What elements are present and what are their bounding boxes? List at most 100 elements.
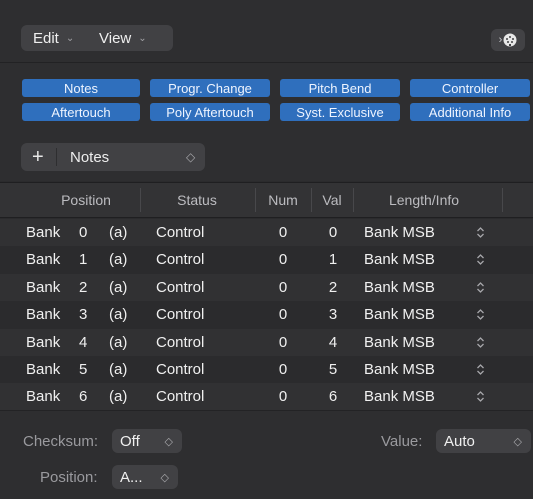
- column-header-position[interactable]: Position: [20, 182, 152, 218]
- channel-cell: (a): [109, 278, 128, 296]
- bank-cell: Bank: [26, 333, 61, 351]
- status-cell: Control: [156, 333, 205, 351]
- num-cell: 0: [278, 388, 288, 406]
- filter-controller-button[interactable]: Controller: [410, 79, 530, 97]
- bank-index-cell: 3: [79, 306, 88, 324]
- bank-index-cell: 6: [79, 388, 88, 406]
- val-cell: 5: [328, 361, 338, 378]
- updown-chevron-icon: ◇: [160, 471, 169, 484]
- updown-chevron-icon[interactable]: [476, 246, 485, 273]
- view-menu[interactable]: View ⌄: [97, 25, 157, 51]
- info-cell: Bank MSB: [364, 224, 435, 241]
- edit-menu[interactable]: Edit ⌄: [21, 25, 97, 51]
- updown-chevron-icon[interactable]: [476, 219, 485, 246]
- num-cell: 0: [278, 306, 288, 324]
- filter-additional-info-button[interactable]: Additional Info: [410, 103, 530, 121]
- view-menu-label: View: [99, 29, 132, 47]
- column-header-status[interactable]: Status: [141, 182, 253, 218]
- num-cell: 0: [278, 224, 288, 241]
- value-value: Auto: [444, 432, 475, 450]
- info-cell: Bank MSB: [364, 278, 435, 296]
- updown-chevron-icon[interactable]: [476, 329, 485, 356]
- num-cell: 0: [278, 361, 288, 378]
- bank-cell: Bank: [26, 251, 61, 269]
- channel-cell: (a): [109, 361, 128, 378]
- val-cell: 3: [328, 306, 338, 324]
- edit-view-menu-group: Edit ⌄ View ⌄: [21, 25, 173, 51]
- edit-menu-label: Edit: [33, 29, 59, 47]
- midi-in-button[interactable]: ›: [491, 29, 525, 51]
- filter-pitch-bend-button[interactable]: Pitch Bend: [280, 79, 400, 97]
- add-event-button[interactable]: +: [32, 143, 44, 171]
- column-header-length-info[interactable]: Length/Info: [354, 182, 494, 218]
- table-row[interactable]: Bank 3 (a) Control 0 3 Bank MSB: [0, 301, 533, 329]
- status-cell: Control: [156, 388, 205, 406]
- updown-chevron-icon: ◇: [513, 435, 522, 448]
- status-cell: Control: [156, 361, 205, 378]
- checksum-label: Checksum:: [23, 432, 99, 450]
- updown-chevron-icon[interactable]: [476, 274, 485, 301]
- bank-index-cell: 2: [79, 278, 88, 296]
- bank-index-cell: 1: [79, 251, 88, 269]
- bank-cell: Bank: [26, 306, 61, 324]
- table-row[interactable]: Bank 0 (a) Control 0 0 Bank MSB: [0, 219, 533, 247]
- bank-index-cell: 4: [79, 333, 88, 351]
- filter-program-change-button[interactable]: Progr. Change: [150, 79, 270, 97]
- event-type-select[interactable]: Notes: [70, 143, 109, 171]
- table-row[interactable]: Bank 6 (a) Control 0 6 Bank MSB: [0, 383, 533, 411]
- status-cell: Control: [156, 306, 205, 324]
- status-cell: Control: [156, 224, 205, 241]
- filter-aftertouch-button[interactable]: Aftertouch: [22, 103, 140, 121]
- column-header-val[interactable]: Val: [312, 182, 352, 218]
- create-event-control: [21, 143, 205, 171]
- num-cell: 0: [278, 333, 288, 351]
- info-cell: Bank MSB: [364, 251, 435, 269]
- event-filter-panel: Notes Progr. Change Pitch Bend Controlle…: [0, 63, 533, 133]
- bank-cell: Bank: [26, 224, 61, 241]
- channel-cell: (a): [109, 388, 128, 406]
- channel-cell: (a): [109, 224, 128, 241]
- num-cell: 0: [278, 278, 288, 296]
- position-value: A...: [120, 468, 143, 486]
- val-cell: 1: [328, 251, 338, 269]
- midi-connector-icon: [503, 33, 517, 47]
- table-row[interactable]: Bank 4 (a) Control 0 4 Bank MSB: [0, 328, 533, 356]
- updown-chevron-icon[interactable]: [476, 301, 485, 328]
- val-cell: 0: [328, 224, 338, 241]
- position-label: Position:: [40, 468, 98, 486]
- bank-index-cell: 0: [79, 224, 88, 241]
- val-cell: 4: [328, 333, 338, 351]
- updown-chevron-icon[interactable]: ◇: [186, 143, 195, 171]
- checksum-value: Off: [120, 432, 140, 450]
- position-select[interactable]: A... ◇: [112, 465, 178, 489]
- column-header-num[interactable]: Num: [256, 182, 310, 218]
- checksum-select[interactable]: Off ◇: [112, 429, 182, 453]
- chevron-down-icon: ⌄: [65, 32, 75, 44]
- val-cell: 2: [328, 278, 338, 296]
- value-label: Value:: [381, 432, 423, 450]
- filter-poly-aftertouch-button[interactable]: Poly Aftertouch: [150, 103, 270, 121]
- channel-cell: (a): [109, 306, 128, 324]
- chevron-down-icon: ⌄: [138, 32, 147, 44]
- info-cell: Bank MSB: [364, 361, 435, 378]
- updown-chevron-icon: ◇: [164, 435, 173, 448]
- bank-cell: Bank: [26, 278, 61, 296]
- channel-cell: (a): [109, 333, 128, 351]
- table-row[interactable]: Bank 1 (a) Control 0 1 Bank MSB: [0, 246, 533, 274]
- status-cell: Control: [156, 278, 205, 296]
- bank-cell: Bank: [26, 388, 61, 406]
- info-cell: Bank MSB: [364, 333, 435, 351]
- table-row[interactable]: Bank 2 (a) Control 0 2 Bank MSB: [0, 273, 533, 302]
- filter-notes-button[interactable]: Notes: [22, 79, 140, 97]
- divider: [56, 148, 57, 166]
- column-divider: [502, 188, 503, 212]
- updown-chevron-icon[interactable]: [476, 383, 485, 410]
- info-cell: Bank MSB: [364, 306, 435, 324]
- val-cell: 6: [328, 388, 338, 406]
- num-cell: 0: [278, 251, 288, 269]
- channel-cell: (a): [109, 251, 128, 269]
- filter-sysex-button[interactable]: Syst. Exclusive: [280, 103, 400, 121]
- table-row[interactable]: Bank 5 (a) Control 0 5 Bank MSB: [0, 356, 533, 384]
- updown-chevron-icon[interactable]: [476, 356, 485, 383]
- value-select[interactable]: Auto ◇: [436, 429, 531, 453]
